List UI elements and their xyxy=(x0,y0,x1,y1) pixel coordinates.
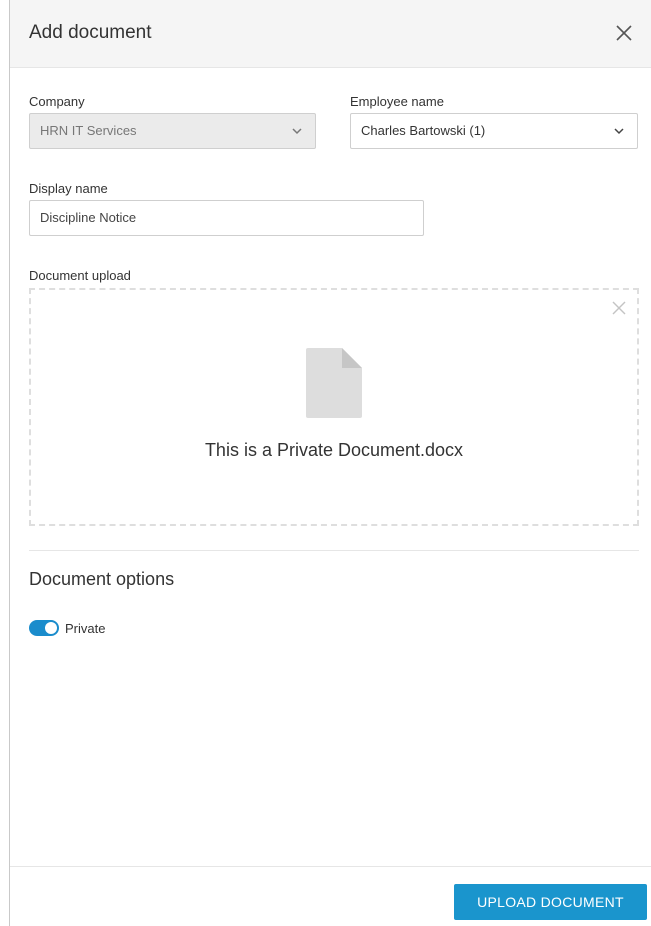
upload-document-button[interactable]: UPLOAD DOCUMENT xyxy=(454,884,647,920)
footer-divider xyxy=(10,866,651,867)
dialog-title: Add document xyxy=(29,22,152,43)
close-icon xyxy=(616,25,632,41)
document-upload-label: Document upload xyxy=(29,268,131,283)
close-icon xyxy=(612,301,626,315)
company-select: HRN IT Services xyxy=(29,113,316,149)
document-options-title: Document options xyxy=(29,569,175,589)
close-button[interactable] xyxy=(611,20,637,46)
private-toggle-row: Private xyxy=(29,619,105,637)
dialog-left-border xyxy=(9,0,10,926)
employee-name-select[interactable]: Charles Bartowski (1) xyxy=(350,113,638,149)
dialog-header: Add document xyxy=(10,0,651,68)
company-label: Company xyxy=(29,94,85,109)
display-name-value: Discipline Notice xyxy=(40,210,137,225)
chevron-down-icon xyxy=(292,128,302,135)
company-select-value: HRN IT Services xyxy=(40,123,137,138)
document-icon xyxy=(306,348,362,418)
toggle-knob xyxy=(45,622,57,634)
add-document-dialog: Add document Company HRN IT Services Emp… xyxy=(0,0,651,926)
document-drop-zone[interactable]: This is a Private Document.docx xyxy=(29,288,639,526)
employee-name-value: Charles Bartowski (1) xyxy=(361,123,486,138)
private-toggle[interactable] xyxy=(29,620,59,636)
chevron-down-icon xyxy=(614,128,624,135)
display-name-input[interactable]: Discipline Notice xyxy=(29,200,424,236)
section-divider xyxy=(29,550,639,551)
uploaded-file-name: This is a Private Document.docx xyxy=(204,440,464,460)
display-name-label: Display name xyxy=(29,181,108,196)
remove-file-button[interactable] xyxy=(611,300,627,316)
private-toggle-label: Private xyxy=(65,620,106,636)
employee-name-label: Employee name xyxy=(350,94,444,109)
